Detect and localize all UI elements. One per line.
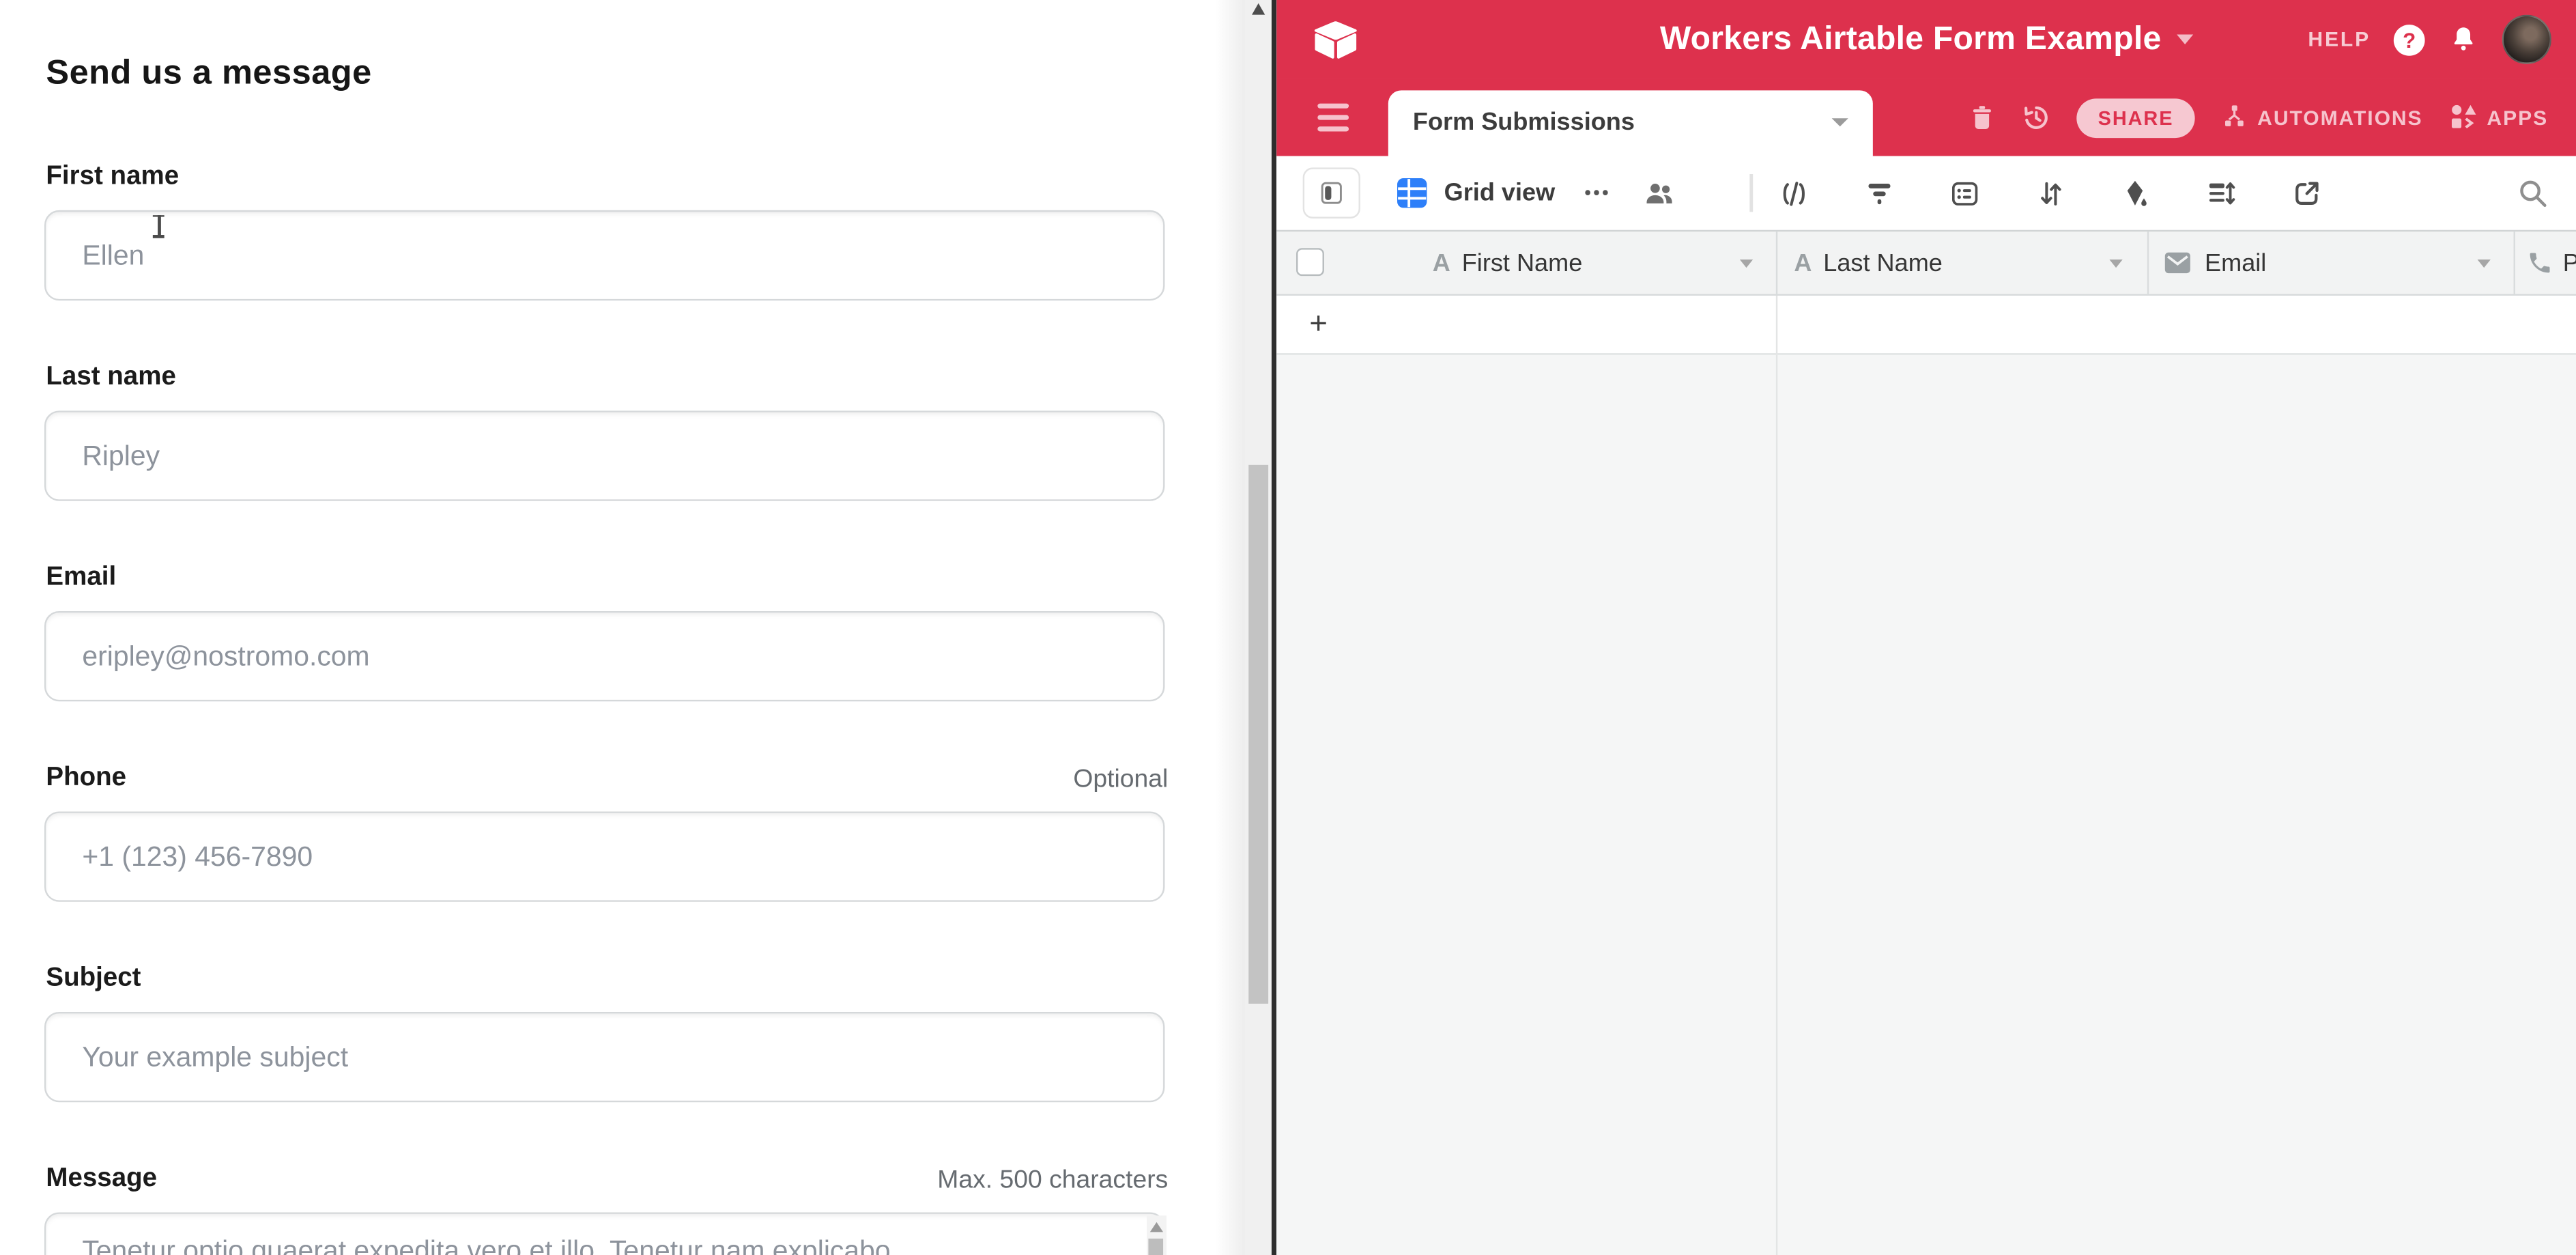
email-label: Email: [46, 563, 116, 593]
text-field-type-icon: A: [1433, 249, 1450, 277]
message-scrollbar[interactable]: [1146, 1215, 1166, 1255]
user-avatar[interactable]: [2502, 15, 2551, 64]
first-name-label: First name: [46, 163, 179, 192]
add-record-plus-icon[interactable]: +: [1309, 307, 1328, 343]
contact-form-pane: Send us a message First name Last name E…: [0, 0, 1216, 1255]
email-field-type-icon: [2164, 249, 2192, 277]
search-icon[interactable]: [2515, 175, 2550, 210]
window-divider: [1271, 0, 1276, 1255]
filter-icon[interactable]: [1863, 177, 1895, 210]
column-header-last-name[interactable]: A Last Name: [1776, 231, 2147, 294]
grid-view-icon: [1397, 178, 1428, 209]
view-toolbar: Grid view •••: [1276, 156, 2576, 230]
share-view-icon[interactable]: [2290, 177, 2323, 210]
message-textarea[interactable]: [44, 1212, 1164, 1255]
email-input[interactable]: [44, 611, 1164, 701]
history-icon[interactable]: [2021, 102, 2052, 133]
base-title: Workers Airtable Form Example: [1660, 20, 2162, 58]
column-header-phone[interactable]: Phone: [2514, 231, 2576, 294]
view-more-button[interactable]: •••: [1585, 183, 1612, 203]
view-name: Grid view: [1444, 179, 1556, 207]
subject-input[interactable]: [44, 1012, 1164, 1102]
table-tab-caret-icon: [1832, 118, 1848, 126]
message-scrollbar-thumb[interactable]: [1148, 1239, 1163, 1255]
share-button[interactable]: SHARE: [2076, 98, 2194, 137]
help-button[interactable]: HELP: [2308, 28, 2371, 51]
table-tab-form-submissions[interactable]: Form Submissions: [1388, 90, 1873, 156]
table-tab-label: Form Submissions: [1413, 90, 1635, 156]
grid-column-header-row: A First Name A Last Name Email: [1276, 230, 2576, 296]
apps-button[interactable]: APPS: [2448, 102, 2548, 133]
page-scrollbar-up-arrow[interactable]: [1251, 3, 1264, 15]
toolbar-icons: [1777, 156, 2323, 230]
view-sidebar-toggle-button[interactable]: [1303, 167, 1360, 218]
hide-fields-code-icon[interactable]: [1777, 177, 1810, 210]
message-label: Message: [46, 1165, 157, 1194]
column-header-email[interactable]: Email: [2147, 231, 2514, 294]
column-caret-icon[interactable]: [2109, 259, 2122, 268]
phone-optional-note: Optional: [1073, 765, 1168, 795]
toolbar-divider: [1749, 174, 1752, 212]
airtable-pane: Workers Airtable Form Example HELP ? For…: [1276, 0, 2576, 1255]
phone-label: Phone: [46, 764, 126, 793]
column-caret-icon[interactable]: [2478, 259, 2491, 268]
last-name-label: Last name: [46, 363, 175, 393]
color-icon[interactable]: [2119, 177, 2152, 210]
table-tabs-bar: Form Submissions: [1276, 79, 2576, 156]
collaborators-icon[interactable]: [1641, 177, 1677, 210]
airtable-top-bar: Workers Airtable Form Example HELP ?: [1276, 0, 2576, 79]
last-name-input[interactable]: [44, 410, 1164, 500]
table-bar-right-controls: SHARE AUTOMATIONS: [1969, 79, 2549, 156]
row-height-icon[interactable]: [2205, 177, 2237, 210]
message-maxchars-note: Max. 500 characters: [937, 1166, 1168, 1196]
help-question-icon[interactable]: ?: [2394, 24, 2425, 55]
phone-input[interactable]: [44, 811, 1164, 901]
top-bar-right-controls: HELP ?: [2308, 0, 2551, 79]
text-field-type-icon: A: [1794, 249, 1812, 277]
column-header-first-name[interactable]: A First Name: [1388, 231, 1776, 294]
group-icon[interactable]: [1949, 177, 1981, 210]
automations-label: AUTOMATIONS: [2257, 106, 2422, 129]
view-switcher[interactable]: Grid view •••: [1397, 156, 1677, 230]
column-separator: [1776, 296, 1777, 355]
add-record-row[interactable]: +: [1276, 296, 2576, 355]
page-scrollbar-thumb[interactable]: [1248, 465, 1268, 1004]
first-name-input[interactable]: [44, 210, 1164, 300]
pane-edge-shadow: [1216, 0, 1245, 1255]
text-cursor-ibeam: [151, 214, 166, 238]
apps-label: APPS: [2487, 106, 2548, 129]
base-title-caret-icon: [2176, 35, 2192, 44]
form-title: Send us a message: [46, 54, 371, 94]
automations-button[interactable]: AUTOMATIONS: [2220, 102, 2423, 133]
grid-body: [1276, 355, 2576, 1255]
message-scrollbar-up-arrow[interactable]: [1149, 1222, 1162, 1232]
column-caret-icon[interactable]: [1740, 259, 1753, 268]
select-all-checkbox[interactable]: [1296, 248, 1324, 276]
page-scrollbar[interactable]: [1245, 0, 1270, 1255]
column-separator: [1776, 355, 1777, 1255]
phone-field-type-icon: [2527, 249, 2553, 277]
screen: Send us a message First name Last name E…: [0, 0, 2576, 1255]
sort-icon[interactable]: [2034, 177, 2067, 210]
notifications-bell-icon[interactable]: [2448, 23, 2479, 56]
subject-label: Subject: [46, 964, 141, 993]
trash-icon[interactable]: [1969, 102, 1997, 133]
tables-menu-icon[interactable]: [1317, 102, 1349, 133]
